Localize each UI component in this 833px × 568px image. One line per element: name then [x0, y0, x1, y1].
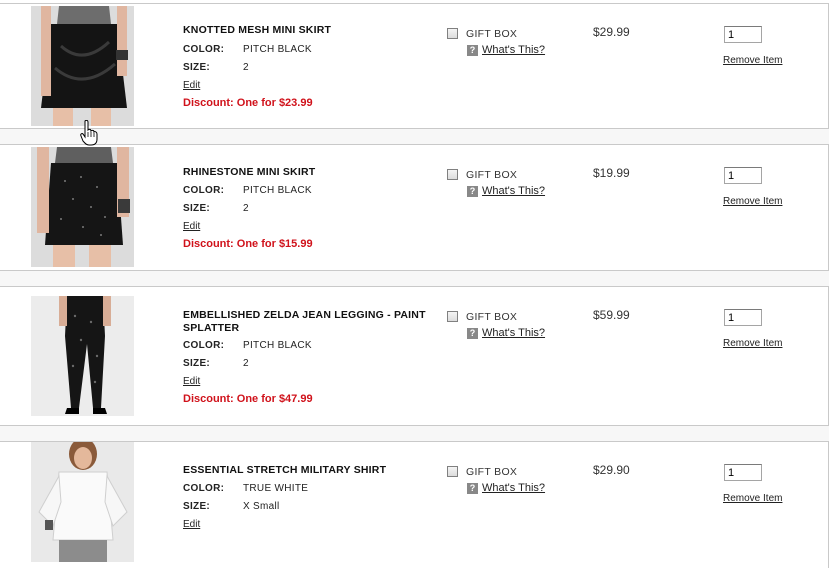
- product-name[interactable]: RHINESTONE MINI SKIRT: [183, 166, 428, 179]
- remove-item-link[interactable]: Remove Item: [723, 338, 782, 349]
- gift-box-checkbox[interactable]: [447, 466, 458, 477]
- whats-this-link[interactable]: What's This?: [482, 482, 545, 494]
- color-value: TRUE WHITE: [243, 483, 309, 494]
- help-icon[interactable]: ?: [467, 186, 478, 197]
- whats-this-link[interactable]: What's This?: [482, 185, 545, 197]
- item-price: $29.90: [593, 463, 630, 477]
- edit-link[interactable]: Edit: [183, 221, 200, 232]
- color-label: COLOR:: [183, 44, 225, 55]
- gift-box-checkbox[interactable]: [447, 28, 458, 39]
- color-label: COLOR:: [183, 185, 225, 196]
- product-image[interactable]: [31, 147, 134, 267]
- remove-item-link[interactable]: Remove Item: [723, 55, 782, 66]
- size-label: SIZE:: [183, 62, 211, 73]
- size-value: 2: [243, 358, 249, 369]
- product-size: SIZE: 2: [183, 203, 249, 214]
- product-name[interactable]: KNOTTED MESH MINI SKIRT: [183, 24, 428, 37]
- shopping-cart-items: KNOTTED MESH MINI SKIRT COLOR: PITCH BLAC…: [0, 0, 833, 568]
- quantity-input[interactable]: [724, 464, 762, 481]
- whats-this-link[interactable]: What's This?: [482, 44, 545, 56]
- quantity-input[interactable]: [724, 309, 762, 326]
- product-image[interactable]: [31, 296, 134, 416]
- color-value: PITCH BLACK: [243, 185, 312, 196]
- size-label: SIZE:: [183, 501, 211, 512]
- help-icon[interactable]: ?: [467, 45, 478, 56]
- product-name[interactable]: EMBELLISHED ZELDA JEAN LEGGING - PAINT S…: [183, 309, 428, 335]
- gift-box-checkbox[interactable]: [447, 169, 458, 180]
- gift-box-label: GIFT BOX: [466, 28, 518, 40]
- color-label: COLOR:: [183, 483, 225, 494]
- remove-item-link[interactable]: Remove Item: [723, 493, 782, 504]
- whats-this-link[interactable]: What's This?: [482, 327, 545, 339]
- gift-box-label: GIFT BOX: [466, 311, 518, 323]
- size-label: SIZE:: [183, 203, 211, 214]
- discount-text: Discount: One for $47.99: [183, 393, 313, 405]
- discount-text: Discount: One for $23.99: [183, 97, 313, 109]
- hand-pointer-icon: [80, 119, 98, 146]
- product-color: COLOR: PITCH BLACK: [183, 44, 312, 55]
- color-value: PITCH BLACK: [243, 340, 312, 351]
- size-value: 2: [243, 203, 249, 214]
- color-label: COLOR:: [183, 340, 225, 351]
- row-separator: [0, 426, 829, 441]
- remove-item-link[interactable]: Remove Item: [723, 196, 782, 207]
- help-icon[interactable]: ?: [467, 483, 478, 494]
- row-separator: [0, 129, 829, 144]
- product-color: COLOR: TRUE WHITE: [183, 483, 308, 494]
- product-size: SIZE: X Small: [183, 501, 280, 512]
- cart-item-row: ESSENTIAL STRETCH MILITARY SHIRT COLOR: T…: [0, 441, 829, 568]
- cart-item-row: EMBELLISHED ZELDA JEAN LEGGING - PAINT S…: [0, 286, 829, 426]
- product-color: COLOR: PITCH BLACK: [183, 185, 312, 196]
- product-color: COLOR: PITCH BLACK: [183, 340, 312, 351]
- quantity-input[interactable]: [724, 167, 762, 184]
- edit-link[interactable]: Edit: [183, 519, 200, 530]
- product-size: SIZE: 2: [183, 358, 249, 369]
- help-icon[interactable]: ?: [467, 328, 478, 339]
- cart-item-row: RHINESTONE MINI SKIRT COLOR: PITCH BLACK …: [0, 144, 829, 271]
- size-value: X Small: [243, 501, 280, 512]
- product-image[interactable]: [31, 442, 134, 562]
- item-price: $29.99: [593, 25, 630, 39]
- edit-link[interactable]: Edit: [183, 80, 200, 91]
- gift-box-label: GIFT BOX: [466, 169, 518, 181]
- item-price: $19.99: [593, 166, 630, 180]
- gift-box-label: GIFT BOX: [466, 466, 518, 478]
- color-value: PITCH BLACK: [243, 44, 312, 55]
- edit-link[interactable]: Edit: [183, 376, 200, 387]
- product-image[interactable]: [31, 6, 134, 126]
- item-price: $59.99: [593, 308, 630, 322]
- size-label: SIZE:: [183, 358, 211, 369]
- product-size: SIZE: 2: [183, 62, 249, 73]
- row-separator: [0, 271, 829, 286]
- discount-text: Discount: One for $15.99: [183, 238, 313, 250]
- size-value: 2: [243, 62, 249, 73]
- gift-box-checkbox[interactable]: [447, 311, 458, 322]
- product-name[interactable]: ESSENTIAL STRETCH MILITARY SHIRT: [183, 464, 428, 477]
- quantity-input[interactable]: [724, 26, 762, 43]
- cart-item-row: KNOTTED MESH MINI SKIRT COLOR: PITCH BLAC…: [0, 3, 829, 129]
